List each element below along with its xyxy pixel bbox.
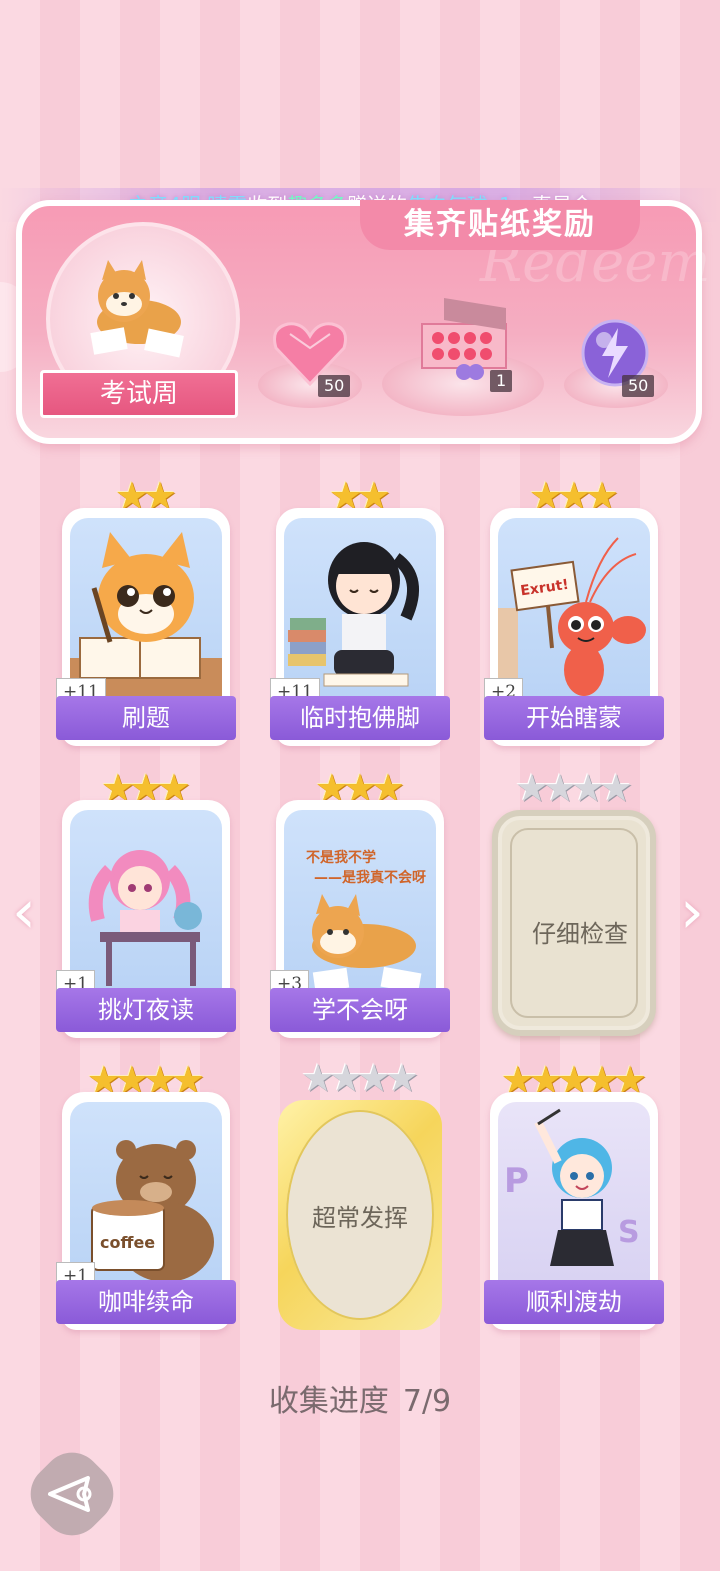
- collection-progress: 收集进度 7/9: [0, 1376, 720, 1420]
- sticker-card-locked[interactable]: ★★★★ 超常发挥: [276, 1058, 444, 1330]
- locked-plaque: 超常发挥: [278, 1100, 442, 1330]
- gift-box-icon: [421, 298, 507, 380]
- banner-title: 集齐贴纸奖励: [360, 200, 640, 250]
- card-name: 仔细检查: [532, 920, 628, 948]
- medal-label: 考试周: [40, 370, 238, 418]
- star-icon: ★: [599, 766, 634, 810]
- card-name: 临时抱佛脚: [270, 696, 450, 740]
- sticker-card-locked[interactable]: ★★★★ 仔细检查: [490, 768, 658, 1038]
- card-name: 挑灯夜读: [56, 988, 236, 1032]
- card-name: 学不会呀: [270, 988, 450, 1032]
- card-art: [70, 518, 222, 704]
- prev-page-arrow[interactable]: ‹: [4, 872, 44, 952]
- sticker-card[interactable]: ★★★★ coffee +1 咖啡续命: [56, 1060, 236, 1330]
- card-art: coffee: [70, 1102, 222, 1288]
- bear-coffee-illustration: coffee: [91, 1140, 214, 1282]
- sticker-card[interactable]: ★★ +11 临时抱佛脚: [270, 476, 450, 746]
- card-art: Exrut!: [498, 518, 650, 704]
- svg-text:P: P: [504, 1161, 529, 1201]
- card-art: [284, 518, 436, 704]
- shiba-lying-illustration: 不是我不学 ——是我真不会呀: [306, 849, 426, 994]
- star-icon: ★: [385, 1056, 420, 1100]
- blue-girl-pen-illustration: P S: [504, 1108, 640, 1266]
- card-art: P S: [498, 1102, 650, 1288]
- progress-value: 7/9: [402, 1384, 452, 1419]
- cat-writing-illustration: [70, 532, 222, 704]
- star-rating: ★★★★: [276, 1058, 444, 1098]
- progress-label: 收集进度: [268, 1384, 389, 1419]
- card-name: 顺利渡劫: [484, 1280, 664, 1324]
- sticker-card[interactable]: ★★★ Exrut! +2 开始瞎蒙: [484, 476, 664, 746]
- card-art: 不是我不学 ——是我真不会呀: [284, 810, 436, 996]
- reward-count: 50: [622, 375, 655, 397]
- reward-count: 50: [318, 375, 351, 397]
- sticker-card[interactable]: ★★★★★ P S 顺利渡劫: [484, 1060, 664, 1330]
- next-page-arrow[interactable]: ›: [672, 872, 712, 952]
- locked-plaque: 仔细检查: [492, 810, 656, 1036]
- card-name: 咖啡续命: [56, 1280, 236, 1324]
- card-name: 超常发挥: [312, 1204, 408, 1232]
- reward-count: 1: [490, 370, 513, 392]
- sticker-card[interactable]: ★★ +11 刷题: [56, 476, 236, 746]
- shrimp-sign-illustration: Exrut!: [498, 537, 646, 704]
- card-name: 开始瞎蒙: [484, 696, 664, 740]
- sticker-card[interactable]: ★★★ +1 挑灯夜读: [56, 768, 236, 1038]
- girl-reading-illustration: [288, 542, 419, 687]
- svg-text:S: S: [618, 1215, 640, 1250]
- cup-text: coffee: [100, 1233, 155, 1252]
- art-caption: 不是我不学: [306, 849, 376, 866]
- art-caption: ——是我真不会呀: [314, 869, 426, 886]
- card-art: [70, 810, 222, 996]
- sticker-card[interactable]: ★★★ 不是我不学 ——是我真不会呀 +3 学不会呀: [270, 768, 450, 1038]
- pink-girl-desk-illustration: [88, 850, 202, 986]
- back-arrow-icon: [48, 1476, 92, 1512]
- star-rating: ★★★★: [490, 768, 658, 808]
- card-name: 刷题: [56, 696, 236, 740]
- shiba-sticker-icon: [90, 260, 184, 358]
